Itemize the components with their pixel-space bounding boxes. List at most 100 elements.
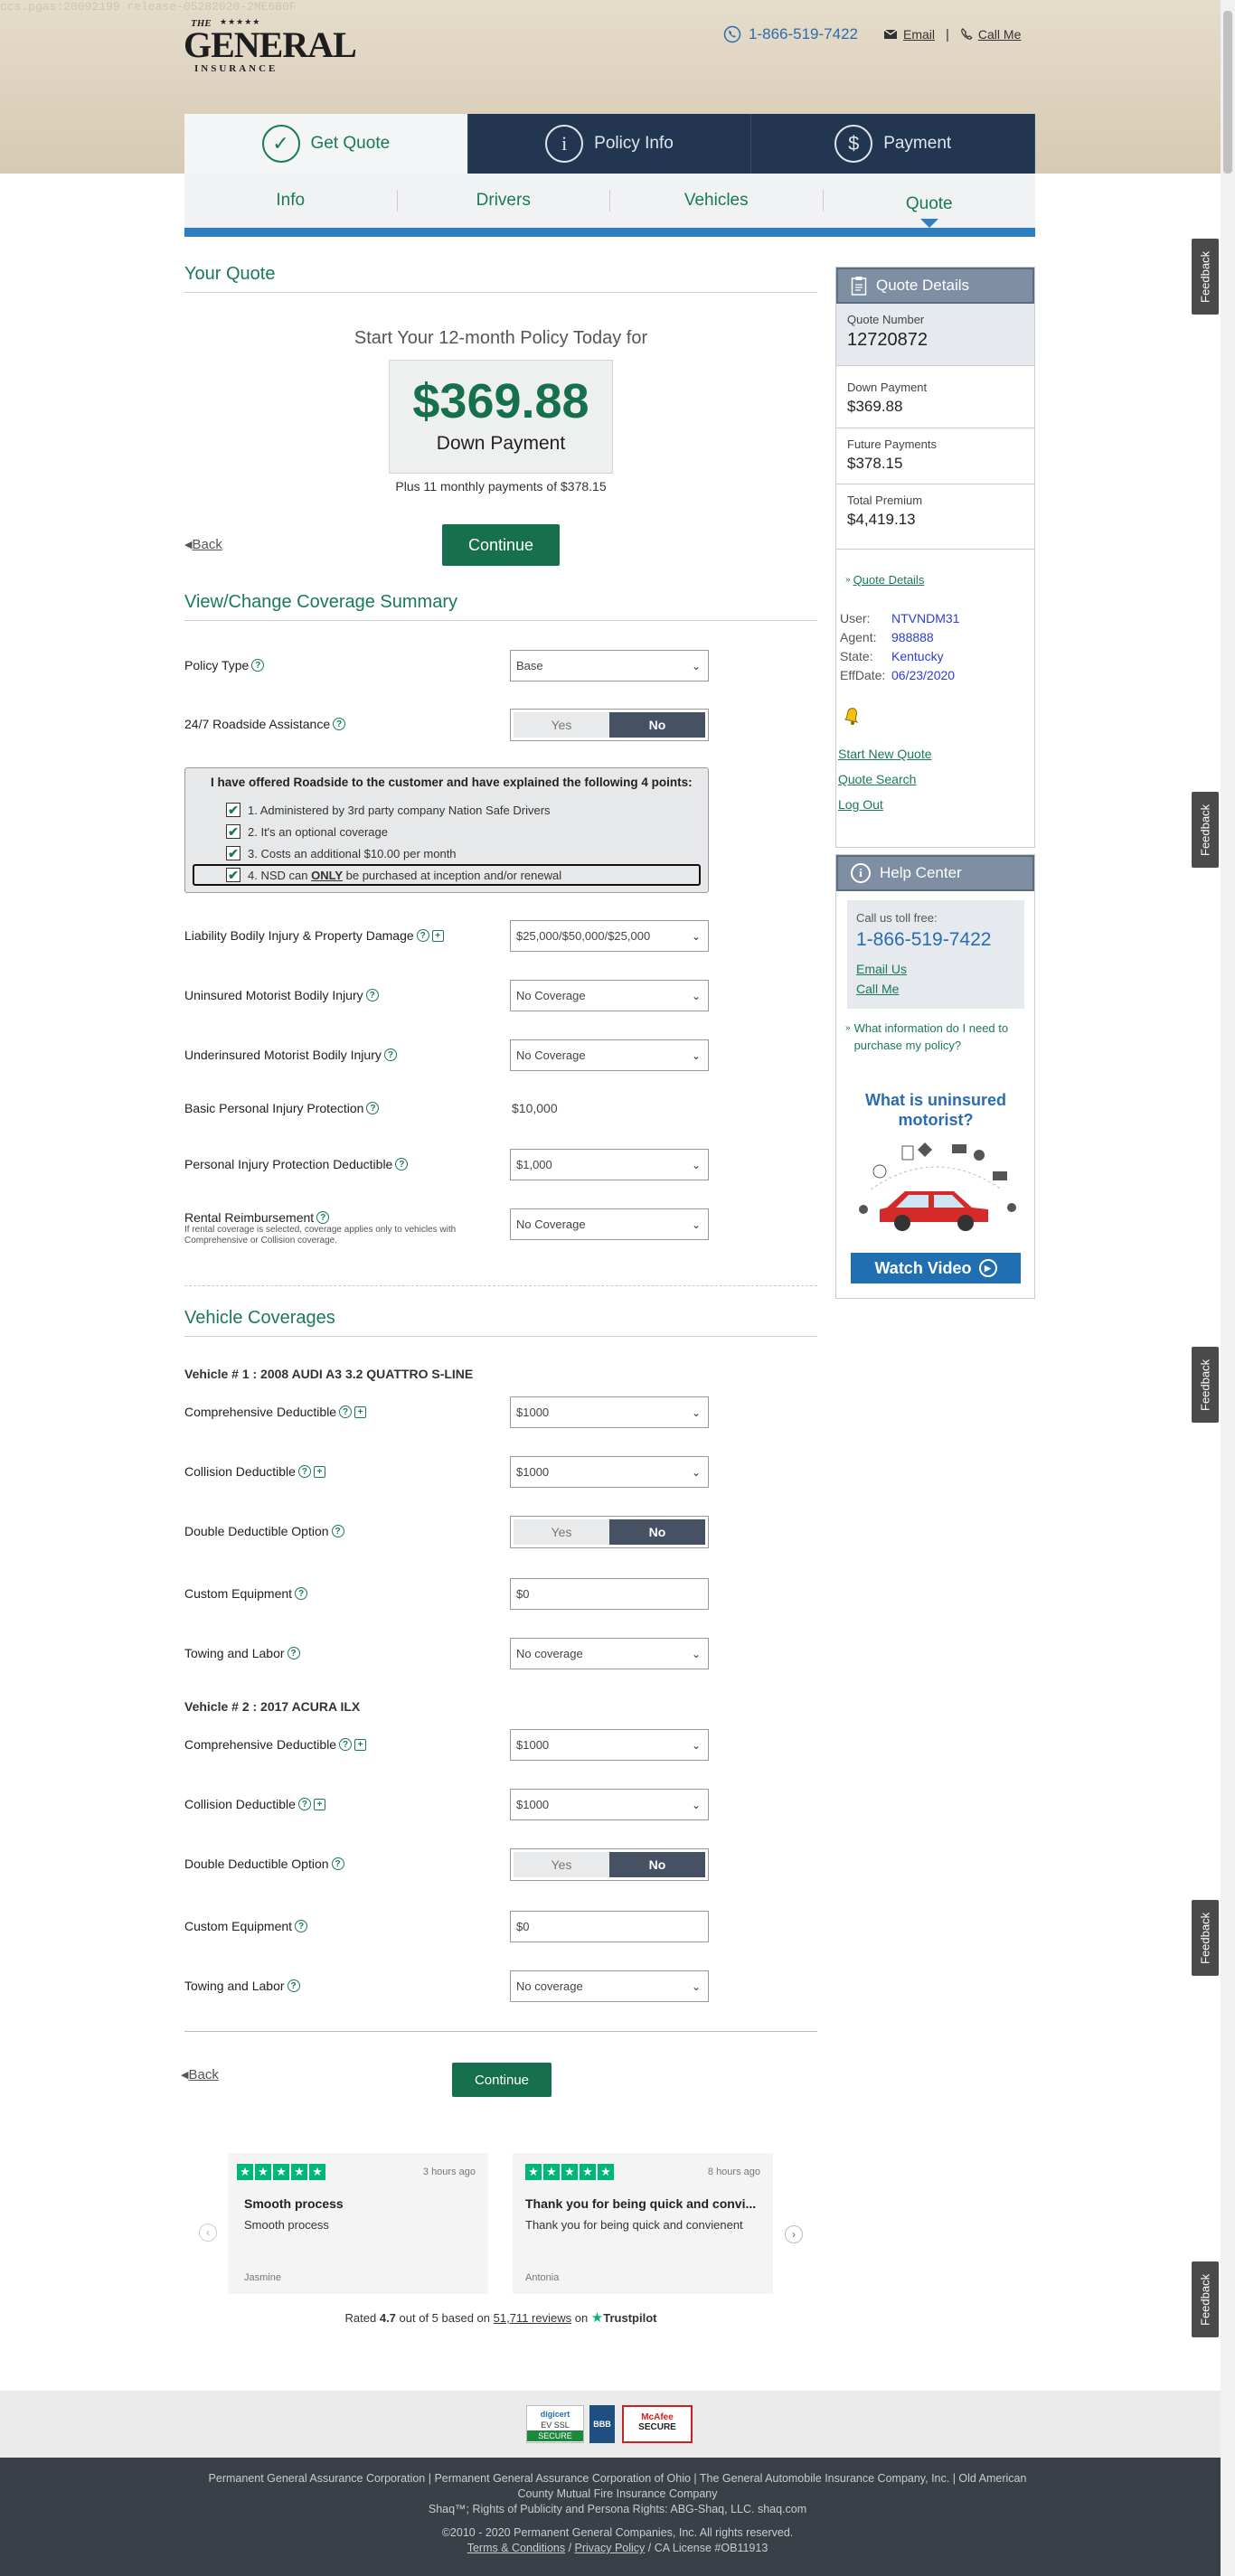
help-icon[interactable]: ? [295, 1920, 308, 1932]
underinsured-select[interactable]: No Coverage ⌄ [510, 1039, 709, 1071]
digicert-badge[interactable]: digicert EV SSL SECURE [526, 2405, 584, 2443]
feedback-tab[interactable]: Feedback [1192, 239, 1219, 315]
help-icon[interactable]: ? [297, 1465, 311, 1478]
help-icon[interactable]: ? [365, 989, 379, 1001]
toggle-yes[interactable]: Yes [514, 1519, 609, 1545]
info-icon: i [851, 863, 871, 883]
toggle-no[interactable]: No [609, 712, 705, 738]
toggle-yes[interactable]: Yes [514, 1852, 609, 1877]
bbb-badge[interactable]: BBB [589, 2405, 615, 2443]
terms-link[interactable]: Terms & Conditions [467, 2542, 565, 2554]
help-icon[interactable]: ? [366, 1102, 380, 1114]
review-card[interactable]: ★ ★ ★ ★ ★ 3 hours ago Smooth process Smooth … [228, 2153, 488, 2294]
help-icon[interactable]: ? [297, 1798, 311, 1810]
info-needed-link[interactable]: » What information do I need to purchase … [845, 1020, 1026, 1054]
vehicle-2-collision-select[interactable]: $1000 ⌄ [510, 1789, 709, 1820]
the-general-logo[interactable]: THE ★★★★★ GENERAL INSURANCE [184, 16, 364, 74]
back-link[interactable]: ◀ Back [181, 2067, 219, 2082]
toggle-no[interactable]: No [609, 1519, 705, 1545]
help-icon[interactable]: ? [287, 1979, 300, 1992]
mcafee-badge[interactable]: McAfee SECURE [622, 2405, 693, 2443]
call-me-link[interactable]: Call Me [960, 27, 1021, 42]
help-icon[interactable]: ? [333, 718, 346, 730]
vehicle-1-collision-select[interactable]: $1000 ⌄ [510, 1456, 709, 1488]
uninsured-motorist-illustration [859, 1142, 1016, 1231]
underinsured-label: Underinsured Motorist Bodily Injury? [184, 1048, 397, 1062]
help-icon[interactable]: ? [339, 1406, 353, 1418]
phone-link[interactable]: 1-866-519-7422 [723, 25, 858, 43]
subnav-drivers[interactable]: Drivers [398, 190, 610, 212]
email-us-link[interactable]: Email Us [856, 962, 907, 976]
vehicle-2-double-deductible-toggle[interactable]: Yes No [510, 1848, 709, 1881]
vehicle-1-comprehensive-select[interactable]: $1000 ⌄ [510, 1396, 709, 1428]
help-call-me-link[interactable]: Call Me [856, 982, 899, 996]
checkbox-checked-icon[interactable]: ✔ [226, 846, 240, 860]
help-icon[interactable]: ? [287, 1647, 300, 1659]
quote-details-link[interactable]: » Quote Details [845, 573, 924, 587]
step-policy-info[interactable]: i Policy Info [467, 114, 752, 174]
help-icon[interactable]: ? [331, 1525, 344, 1537]
email-link[interactable]: Email [883, 27, 935, 42]
toggle-no[interactable]: No [609, 1852, 705, 1877]
review-card[interactable]: ★ ★ ★ ★ ★ 8 hours ago Thank you for being qu… [513, 2153, 773, 2294]
feedback-tab[interactable]: Feedback [1192, 1900, 1219, 1976]
rental-select[interactable]: No Coverage ⌄ [510, 1208, 709, 1240]
help-phone[interactable]: 1-866-519-7422 [856, 929, 991, 951]
privacy-link[interactable]: Privacy Policy [575, 2542, 646, 2554]
checkbox-checked-icon[interactable]: ✔ [226, 803, 240, 817]
vehicle-2-comprehensive-select[interactable]: $1000 ⌄ [510, 1729, 709, 1761]
scrollbar-thumb[interactable] [1223, 11, 1232, 174]
policy-type-select[interactable]: Base ⌄ [510, 650, 709, 682]
help-icon[interactable]: ? [251, 659, 265, 672]
vehicle-1-towing-select[interactable]: No coverage ⌄ [510, 1638, 709, 1669]
vehicle-2-towing-select[interactable]: No coverage ⌄ [510, 1970, 709, 2002]
quote-search-link[interactable]: Quote Search [838, 772, 916, 786]
subnav-vehicles[interactable]: Vehicles [610, 190, 824, 212]
vehicle-2-custom-equipment-input[interactable]: $0 [510, 1911, 709, 1942]
quote-start-text: Start Your 12-month Policy Today for [354, 328, 648, 348]
subnav-quote[interactable]: Quote [824, 193, 1036, 215]
liability-select[interactable]: $25,000/$50,000/$25,000 ⌄ [510, 920, 709, 952]
expand-icon[interactable]: + [354, 1406, 367, 1418]
continue-button-bottom[interactable]: Continue [452, 2063, 552, 2097]
expand-icon[interactable]: + [354, 1738, 367, 1751]
star-icon: ★ [255, 2164, 271, 2180]
pip-deductible-select[interactable]: $1,000 ⌄ [510, 1149, 709, 1180]
uninsured-select[interactable]: No Coverage ⌄ [510, 980, 709, 1011]
chevron-down-icon: ⌄ [691, 1465, 701, 1479]
vehicle-1-double-deductible-toggle[interactable]: Yes No [510, 1516, 709, 1548]
help-icon[interactable]: ? [331, 1857, 344, 1870]
expand-icon[interactable]: + [313, 1798, 325, 1810]
checkbox-checked-icon[interactable]: ✔ [226, 868, 240, 882]
back-link[interactable]: ◀ Back [184, 537, 222, 552]
bell-icon[interactable] [840, 703, 863, 727]
watch-video-button[interactable]: Watch Video ▶ [851, 1253, 1021, 1283]
roadside-toggle[interactable]: Yes No [510, 709, 709, 741]
help-icon[interactable]: ? [395, 1158, 409, 1170]
subnav-info[interactable]: Info [184, 190, 398, 212]
help-icon[interactable]: ? [339, 1738, 353, 1751]
log-out-link[interactable]: Log Out [838, 797, 883, 812]
step-payment[interactable]: $ Payment [751, 114, 1036, 174]
expand-icon[interactable]: + [431, 929, 444, 942]
feedback-tab[interactable]: Feedback [1192, 2261, 1219, 2337]
vehicle-1-custom-equipment-input[interactable]: $0 [510, 1578, 709, 1610]
quote-details-panel: Quote Details Quote Number 12720872 Down… [835, 267, 1035, 550]
carousel-prev-icon[interactable]: ‹ [199, 2223, 217, 2242]
feedback-tab[interactable]: Feedback [1192, 1347, 1219, 1423]
help-icon[interactable]: ? [295, 1587, 308, 1600]
step-get-quote[interactable]: ✓ Get Quote [184, 114, 468, 174]
reviews-count-link[interactable]: 51,711 reviews [494, 2311, 571, 2325]
expand-icon[interactable]: + [313, 1465, 325, 1478]
continue-button[interactable]: Continue [442, 524, 560, 566]
help-icon[interactable]: ? [416, 929, 429, 942]
checkbox-checked-icon[interactable]: ✔ [226, 824, 240, 839]
feedback-tab[interactable]: Feedback [1192, 792, 1219, 868]
help-icon[interactable]: ? [316, 1211, 330, 1224]
subnav-progress-bar [184, 228, 1035, 237]
page-scrollbar[interactable] [1221, 0, 1235, 2576]
help-icon[interactable]: ? [383, 1048, 397, 1061]
toggle-yes[interactable]: Yes [514, 712, 609, 738]
carousel-next-icon[interactable]: › [785, 2225, 803, 2243]
start-new-quote-link[interactable]: Start New Quote [838, 747, 932, 761]
